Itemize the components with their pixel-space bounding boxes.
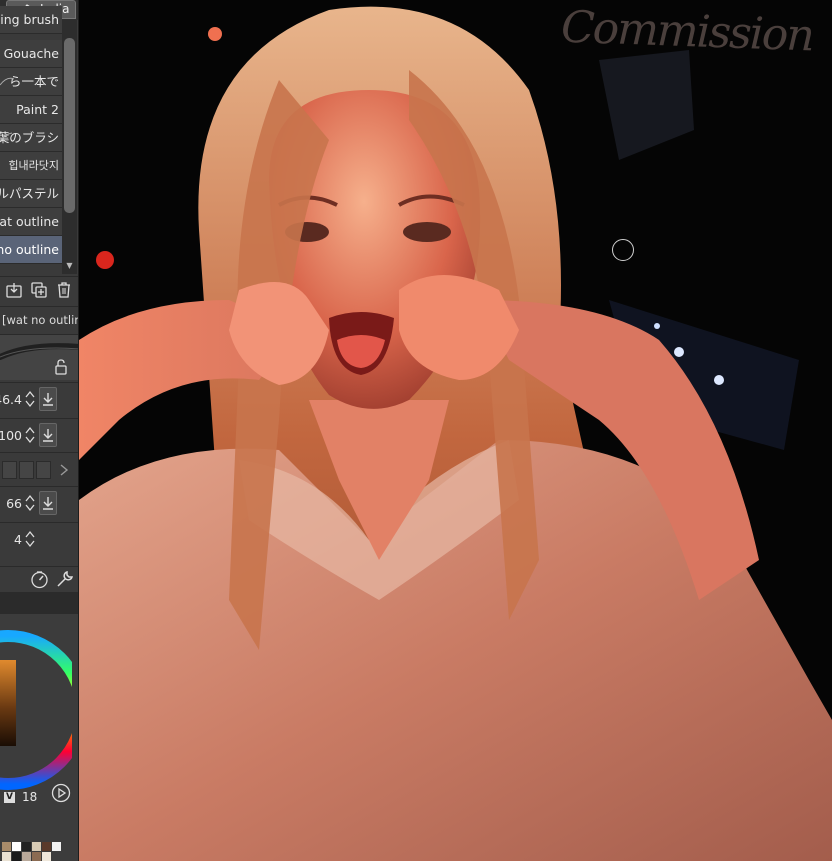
- download-icon: [43, 497, 53, 510]
- brush-density-spinner[interactable]: [24, 493, 36, 513]
- brush-tip-slot[interactable]: [2, 461, 17, 479]
- brush-item-gouache[interactable]: Gouache: [0, 40, 62, 68]
- canvas-artwork: [79, 0, 832, 861]
- brush-item-king-brush[interactable]: king brush: [0, 6, 62, 34]
- left-panel: India king brush Gouache ら一本で Paint 2 葉の…: [0, 0, 79, 861]
- download-icon: [43, 429, 53, 442]
- brush-item-ippon[interactable]: ら一本で: [0, 68, 62, 96]
- palette-swatch[interactable]: [42, 842, 51, 851]
- import-icon[interactable]: [5, 281, 23, 299]
- value-mode-number: 18: [22, 790, 38, 804]
- brush-size-value[interactable]: 46.4: [0, 392, 22, 407]
- brush-item-label: Gouache: [3, 46, 59, 61]
- brush-stroke-preview: [0, 334, 78, 380]
- brush-opacity-row: 100: [0, 418, 78, 452]
- trash-icon[interactable]: [55, 281, 73, 299]
- palette-swatch[interactable]: [32, 842, 41, 851]
- brush-item-label: ルパステル: [0, 186, 59, 201]
- brush-density-download-button[interactable]: [39, 491, 57, 515]
- palette-swatch[interactable]: [52, 842, 61, 851]
- lock-icon[interactable]: [54, 359, 68, 375]
- brush-size-spinner[interactable]: [24, 389, 36, 409]
- brush-item-label: Paint 2: [16, 102, 59, 117]
- chevron-down-icon[interactable]: ▼: [64, 261, 75, 273]
- brush-tip-slot[interactable]: [19, 461, 34, 479]
- brush-size-download-button[interactable]: [39, 387, 57, 411]
- color-wheel[interactable]: [0, 622, 72, 798]
- brush-stroke-icon: [0, 132, 13, 142]
- brush-opacity-download-button[interactable]: [39, 423, 57, 447]
- brush-item-label: 힙내라닷지: [8, 159, 59, 172]
- palette-swatch[interactable]: [32, 852, 41, 861]
- brush-cursor: [612, 239, 634, 261]
- scrollbar-thumb[interactable]: [64, 38, 75, 213]
- brush-stabilization-value[interactable]: 4: [14, 532, 22, 547]
- download-icon: [43, 393, 53, 406]
- palette-swatch[interactable]: [22, 842, 31, 851]
- brush-item-hangul[interactable]: 힙내라닷지: [0, 152, 62, 180]
- brush-tip-row: [0, 452, 78, 486]
- brush-item-pastel[interactable]: ルパステル: [0, 180, 62, 208]
- brush-item-paint-2[interactable]: Paint 2: [0, 96, 62, 124]
- brush-opacity-value[interactable]: 100: [0, 428, 22, 443]
- brush-density-row: 66: [0, 486, 78, 520]
- brush-item-no-outline[interactable]: no outline: [0, 236, 62, 264]
- brush-item-label: no outline: [0, 242, 59, 257]
- palette-swatch[interactable]: [2, 842, 11, 851]
- brush-stabilization-row: 4: [0, 522, 78, 556]
- duplicate-icon[interactable]: [30, 281, 48, 299]
- color-set-palette: [0, 838, 62, 861]
- commission-watermark: Commission: [560, 1, 814, 62]
- gauge-icon[interactable]: [30, 570, 49, 589]
- brush-item-label: wat outline: [0, 214, 59, 229]
- brush-list-scrollbar[interactable]: ▼: [62, 20, 77, 274]
- play-icon[interactable]: [51, 783, 71, 803]
- chevron-right-icon[interactable]: [58, 463, 70, 477]
- palette-swatch[interactable]: [42, 852, 51, 861]
- brush-name-label: [wat no outlin: [2, 313, 79, 327]
- value-mode-label[interactable]: V: [4, 792, 15, 803]
- brush-stroke-icon: [0, 77, 14, 86]
- palette-swatch[interactable]: [2, 852, 11, 861]
- color-wheel-panel: V 18: [0, 614, 78, 861]
- brush-size-row: 46.4: [0, 382, 78, 416]
- brush-name-field[interactable]: [wat no outlin: [0, 306, 79, 334]
- brush-density-value[interactable]: 66: [6, 496, 22, 511]
- brush-tools-bar: [0, 276, 78, 304]
- wrench-icon[interactable]: [55, 570, 74, 589]
- brush-item-label: king brush: [0, 12, 59, 27]
- brush-tip-slot[interactable]: [36, 461, 51, 479]
- palette-swatch[interactable]: [12, 842, 21, 851]
- brush-opacity-spinner[interactable]: [24, 425, 36, 445]
- tool-property-footer: [0, 566, 78, 592]
- drawing-canvas[interactable]: Commission: [79, 0, 832, 861]
- brush-list: king brush Gouache ら一本で Paint 2 葉のブラシ 힙내…: [0, 6, 62, 274]
- panel-divider: [0, 592, 78, 614]
- brush-stabilization-spinner[interactable]: [24, 529, 36, 549]
- brush-item-wat-outline[interactable]: wat outline: [0, 208, 62, 236]
- brush-item-label: ら一本で: [8, 74, 59, 89]
- brush-item-leaf-brush[interactable]: 葉のブラシ: [0, 124, 62, 152]
- palette-swatch[interactable]: [22, 852, 31, 861]
- palette-swatch[interactable]: [12, 852, 21, 861]
